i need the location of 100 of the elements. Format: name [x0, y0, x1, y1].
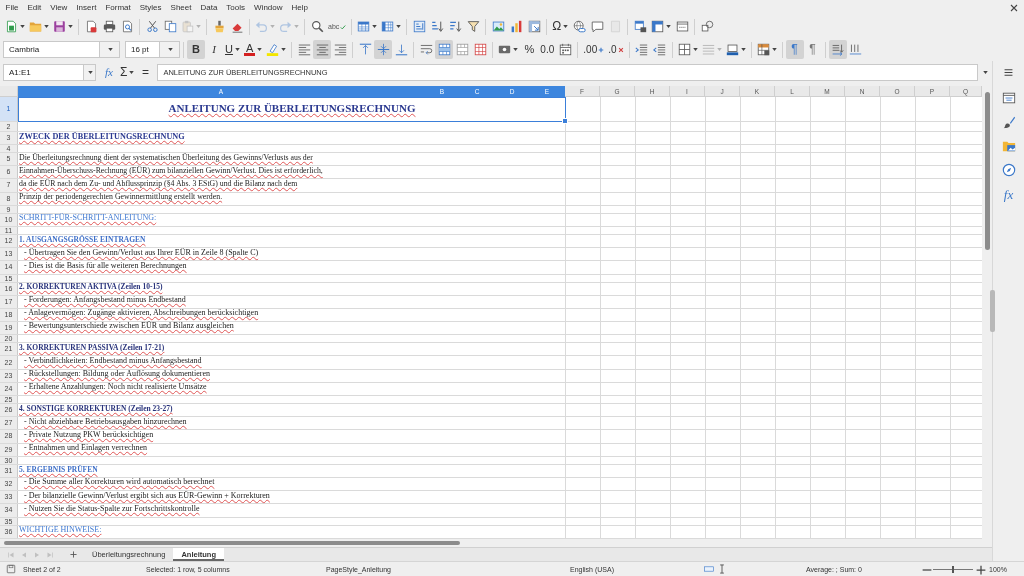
highlighter-icon [266, 43, 280, 56]
bullet-line: - Übertragen Sie den Gewinn/Verlust aus Ihrer EÜR in Zeile 8 (Spalte C) [24, 248, 259, 259]
bullet-line: - Erhaltene Anzahlungen: Noch nicht realisierte Umsätze [24, 383, 207, 394]
underline-button[interactable]: U [223, 40, 242, 59]
menu-item[interactable]: Window [249, 2, 287, 13]
sum-button[interactable]: Σ [118, 62, 137, 82]
cell-selection[interactable]: ANLEITUNG ZUR ÜBERLEITUNGSRECHNUNG [18, 97, 566, 122]
font-size-dropdown-button[interactable] [160, 41, 180, 58]
sort-icon [412, 20, 426, 33]
close-icon [1010, 3, 1018, 12]
cross-icon [617, 46, 624, 53]
align-center-button[interactable] [313, 40, 332, 59]
merge-center-button[interactable] [435, 40, 454, 59]
bullet-line: - Entnahmen und Einlagen verrechnen [24, 443, 148, 454]
font-name-field[interactable]: Cambria [3, 41, 100, 58]
sort-descending-icon [448, 20, 462, 33]
right-arrow-icon [32, 550, 41, 559]
caret-icon [87, 70, 93, 74]
align-right-icon [333, 43, 347, 56]
vertical-text-icon [849, 43, 863, 56]
split-cells-icon [473, 43, 487, 56]
horizontal-scrollbar-thumb[interactable] [4, 541, 460, 545]
caret-icon [167, 48, 173, 51]
text-direction-icon [831, 43, 845, 56]
bold-button[interactable]: B [187, 40, 205, 59]
funnel-icon [466, 20, 480, 33]
line-style-icon [701, 43, 715, 56]
close-button[interactable] [1010, 3, 1018, 12]
bullet-line: - Bewertungsunterschiede zwischen EÜR und Bilanz ausgleichen [24, 322, 234, 333]
align-bottom-icon [394, 43, 408, 56]
font-size-field[interactable]: 16 pt [125, 41, 160, 58]
search-icon [310, 20, 324, 33]
add-decimal-button[interactable]: .00 [581, 40, 607, 59]
plus-icon [976, 565, 986, 575]
clipboard-icon [181, 20, 194, 33]
menu-item[interactable]: Help [287, 2, 313, 13]
sidebar-handle[interactable] [990, 290, 995, 332]
number-format-button[interactable]: 0.0 [538, 40, 557, 59]
speech-bubble-icon [590, 20, 604, 33]
menu-item[interactable]: View [45, 2, 72, 13]
banknote-icon [498, 43, 512, 56]
menu-item[interactable]: Styles [135, 2, 167, 13]
font-name-dropdown-button[interactable] [100, 41, 120, 58]
plus-icon [69, 551, 77, 558]
page-icon [608, 20, 622, 33]
menu-item[interactable]: Format [100, 2, 136, 13]
wrap-text-icon [419, 43, 433, 56]
outdent-icon [653, 43, 667, 56]
special-character-button[interactable]: Ω [550, 17, 571, 36]
bullet-line: - Nicht abziehbare Betriebsausgaben hinzurechnen [24, 417, 187, 428]
menu-item[interactable]: File [1, 2, 23, 13]
caret-icon [107, 48, 113, 51]
plus-icon [598, 46, 605, 53]
align-top-icon [358, 43, 372, 56]
properties-icon [1001, 91, 1016, 105]
image-icon [491, 20, 505, 33]
right-to-left-button[interactable]: ¶ [803, 40, 822, 59]
percent-format-button[interactable]: % [520, 40, 539, 59]
fill-handle[interactable] [562, 118, 568, 124]
last-arrow-icon [45, 550, 54, 559]
menu-icon [1004, 67, 1013, 77]
menu-item[interactable]: Sheet [166, 2, 196, 13]
table-icon [633, 20, 647, 33]
bullet-line: - Der bilanzielle Gewinn/Verlust ergibt sich aus EÜR-Gewinn + Korrekturen [24, 491, 270, 502]
subheading: WICHTIGE HINWEISE: [19, 525, 102, 536]
paintbrush-icon [1001, 115, 1016, 129]
window-icon [675, 20, 689, 33]
vertical-scrollbar-thumb[interactable] [984, 92, 990, 250]
border-grid-icon [677, 43, 691, 56]
bullet-line: - Nutzen Sie die Status-Spalte zur Fortschrittskontrolle [24, 504, 200, 515]
calendar-icon [558, 43, 572, 56]
name-box-dropdown-button[interactable] [84, 63, 96, 81]
table-rows-icon [357, 20, 371, 33]
rectangle-icon [704, 564, 714, 574]
center-vertically-button[interactable] [374, 40, 393, 59]
function-wizard-button[interactable]: fx [100, 62, 118, 82]
text-direction-button[interactable] [828, 40, 847, 59]
delete-decimal-button[interactable]: .0 [606, 40, 626, 59]
bullet-line: - Die Summe aller Korrekturen wird automatisch berechnet [24, 478, 215, 489]
menu-item[interactable]: Data [195, 2, 222, 13]
spreadsheet-icon [5, 20, 18, 33]
folder-icon [29, 20, 42, 33]
scissors-icon [145, 20, 159, 33]
subheading: SCHRITT-FÜR-SCHRITT-ANLEITUNG: [19, 214, 157, 225]
menu-item[interactable]: Edit [22, 2, 46, 13]
zoom-in-button[interactable] [976, 565, 984, 573]
italic-button[interactable]: I [205, 40, 223, 59]
check-icon [340, 23, 347, 30]
undo-icon [255, 20, 268, 33]
functions-button[interactable]: fx [996, 182, 1021, 206]
freeze-panes-icon [651, 20, 665, 33]
menu-item[interactable]: Tools [221, 2, 250, 13]
table-columns-icon [381, 20, 395, 33]
name-box[interactable]: A1:E1 [3, 63, 84, 81]
bullet-line: - Anlagevermögen: Zugänge aktivieren, Abschreibungen berücksichtigen [24, 309, 259, 320]
compass-icon [1001, 163, 1016, 177]
font-color-button[interactable]: A [241, 40, 265, 59]
formula-button[interactable]: = [136, 62, 155, 82]
page-magnifier-icon [120, 20, 134, 33]
menu-item[interactable]: Insert [71, 2, 101, 13]
